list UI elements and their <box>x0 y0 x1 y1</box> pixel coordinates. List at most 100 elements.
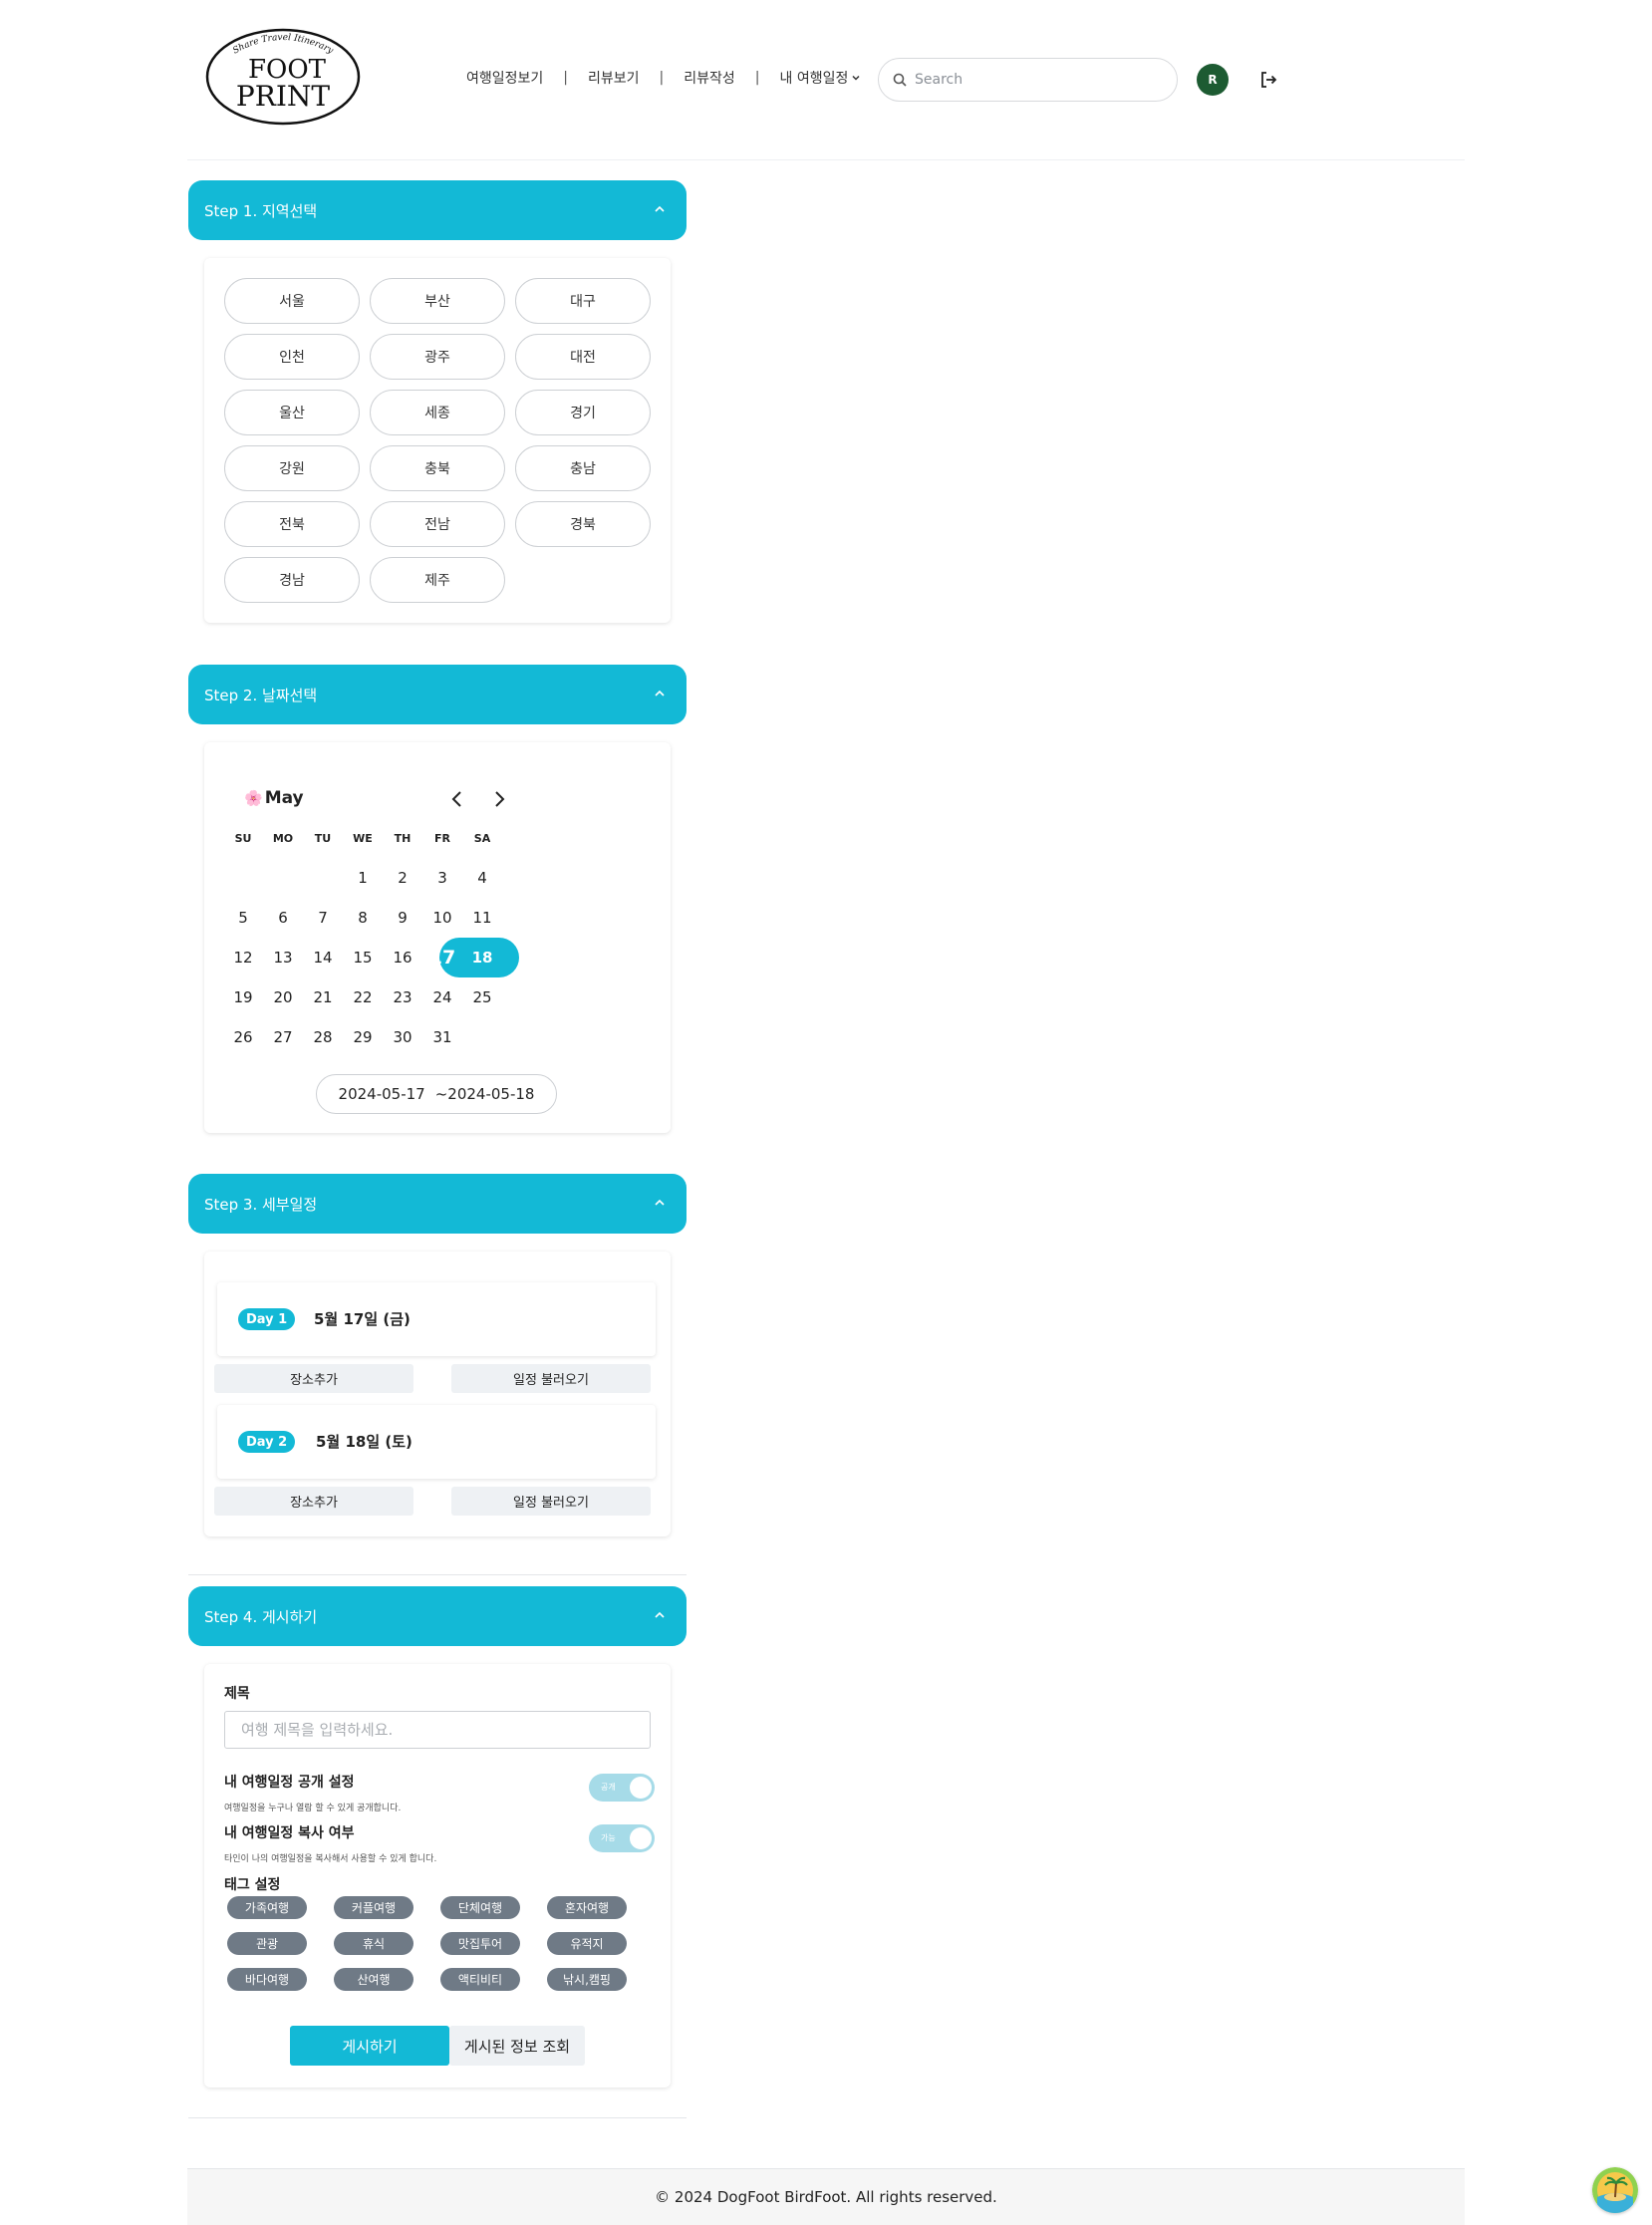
region-button[interactable]: 경남 <box>224 557 360 603</box>
calendar-day[interactable]: 5 <box>223 898 263 938</box>
calendar-day[interactable]: 8 <box>343 898 383 938</box>
load-schedule-button[interactable]: 일정 불러오기 <box>451 1487 651 1516</box>
user-avatar[interactable]: R <box>1197 64 1229 96</box>
tag-chip[interactable]: 가족여행 <box>227 1896 307 1919</box>
calendar-day[interactable]: 12 <box>223 938 263 977</box>
calendar-card: 🌸 May SU MO TU WE TH FR SA 1 2 3 4 5 6 7 8 9 10 11 12 13 14 1… <box>204 742 671 1133</box>
region-button[interactable]: 충남 <box>515 445 651 491</box>
calendar-day[interactable]: 30 <box>383 1017 422 1057</box>
region-button[interactable]: 서울 <box>224 278 360 324</box>
region-button[interactable]: 부산 <box>370 278 505 324</box>
step3-header[interactable]: Step 3. 세부일정 <box>188 1174 687 1234</box>
public-toggle[interactable]: 공개 <box>589 1774 655 1802</box>
calendar-day[interactable]: 10 <box>422 898 462 938</box>
tag-chip[interactable]: 휴식 <box>334 1932 413 1955</box>
chatbot-island-icon[interactable] <box>1592 2167 1638 2213</box>
calendar-day[interactable]: 26 <box>223 1017 263 1057</box>
title-label: 제목 <box>224 1686 250 1702</box>
nav-review-view[interactable]: 리뷰보기 <box>588 68 640 88</box>
region-button[interactable]: 전남 <box>370 501 505 547</box>
day-card[interactable]: Day 2 5월 18일 (토) <box>217 1405 656 1479</box>
step4-title: Step 4. 게시하기 <box>204 1607 318 1626</box>
tag-chip[interactable]: 관광 <box>227 1932 307 1955</box>
trip-title-input[interactable] <box>224 1711 651 1749</box>
calendar-day[interactable]: 24 <box>422 977 462 1017</box>
calendar-day[interactable]: 6 <box>263 898 303 938</box>
search-icon <box>893 73 907 87</box>
calendar-day[interactable]: 9 <box>383 898 422 938</box>
tag-chip[interactable]: 커플여행 <box>334 1896 413 1919</box>
load-schedule-button[interactable]: 일정 불러오기 <box>451 1364 651 1393</box>
calendar-day[interactable]: 3 <box>422 858 462 898</box>
step1-header[interactable]: Step 1. 지역선택 <box>188 180 687 240</box>
calendar-day[interactable]: 14 <box>303 938 343 977</box>
calendar-day[interactable]: 2 <box>383 858 422 898</box>
region-button[interactable]: 충북 <box>370 445 505 491</box>
add-place-button[interactable]: 장소추가 <box>214 1364 413 1393</box>
tag-chip[interactable]: 유적지 <box>547 1932 627 1955</box>
logout-icon[interactable] <box>1256 68 1280 92</box>
publish-button[interactable]: 게시하기 <box>290 2026 449 2066</box>
region-button[interactable]: 강원 <box>224 445 360 491</box>
calendar-day[interactable]: 16 <box>383 938 422 977</box>
view-posted-button[interactable]: 게시된 정보 조회 <box>449 2026 585 2066</box>
chevron-left-icon[interactable] <box>446 788 468 810</box>
tag-chip[interactable]: 낚시,캠핑 <box>547 1968 627 1991</box>
nav-review-write[interactable]: 리뷰작성 <box>684 68 735 88</box>
add-place-button[interactable]: 장소추가 <box>214 1487 413 1516</box>
copy-toggle[interactable]: 가능 <box>589 1824 655 1852</box>
calendar-day[interactable]: 11 <box>462 898 502 938</box>
footprint-logo[interactable]: Share Travel Itinerary FOOT PRINT <box>203 26 363 128</box>
region-button[interactable]: 대구 <box>515 278 651 324</box>
calendar-day[interactable]: 22 <box>343 977 383 1017</box>
region-button[interactable]: 제주 <box>370 557 505 603</box>
calendar-day[interactable]: 25 <box>462 977 502 1017</box>
chevron-up-icon <box>655 690 665 696</box>
site-footer: © 2024 DogFoot BirdFoot. All rights rese… <box>187 2168 1465 2225</box>
region-button[interactable]: 울산 <box>224 390 360 435</box>
calendar-day[interactable]: 18 <box>462 938 502 977</box>
step4-header[interactable]: Step 4. 게시하기 <box>188 1586 687 1646</box>
region-button[interactable]: 전북 <box>224 501 360 547</box>
step2-title: Step 2. 날짜선택 <box>204 686 318 704</box>
tag-chip[interactable]: 단체여행 <box>440 1896 520 1919</box>
chevron-right-icon[interactable] <box>488 788 510 810</box>
region-button[interactable]: 인천 <box>224 334 360 380</box>
calendar-day[interactable]: 29 <box>343 1017 383 1057</box>
calendar-day[interactable]: 19 <box>223 977 263 1017</box>
tag-chip[interactable]: 맛집투어 <box>440 1932 520 1955</box>
step2-header[interactable]: Step 2. 날짜선택 <box>188 665 687 724</box>
calendar-day[interactable]: 28 <box>303 1017 343 1057</box>
calendar-day[interactable]: 23 <box>383 977 422 1017</box>
region-button[interactable]: 대전 <box>515 334 651 380</box>
calendar-day[interactable]: 17 <box>422 938 462 977</box>
copy-setting-label: 내 여행일정 복사 여부 <box>224 1825 355 1841</box>
nav-my-schedule-dropdown[interactable]: 내 여행일정 <box>780 68 862 88</box>
day-badge: Day 1 <box>238 1308 296 1330</box>
nav-schedule-view[interactable]: 여행일정보기 <box>466 68 543 88</box>
search-input[interactable] <box>915 72 1154 88</box>
calendar-day[interactable]: 15 <box>343 938 383 977</box>
calendar-day[interactable]: 4 <box>462 858 502 898</box>
region-button[interactable]: 광주 <box>370 334 505 380</box>
region-button[interactable]: 경기 <box>515 390 651 435</box>
calendar-day[interactable]: 20 <box>263 977 303 1017</box>
calendar-day[interactable]: 27 <box>263 1017 303 1057</box>
calendar-day[interactable]: 31 <box>422 1017 462 1057</box>
calendar-day[interactable]: 1 <box>343 858 383 898</box>
calendar-day[interactable]: 7 <box>303 898 343 938</box>
tag-setting-label: 태그 설정 <box>224 1877 281 1893</box>
tag-chip[interactable]: 산여행 <box>334 1968 413 1991</box>
calendar-day[interactable]: 13 <box>263 938 303 977</box>
calendar-day[interactable]: 21 <box>303 977 343 1017</box>
step3-title: Step 3. 세부일정 <box>204 1195 318 1214</box>
weekday-label: SA <box>473 832 491 845</box>
tag-chip[interactable]: 바다여행 <box>227 1968 307 1991</box>
region-button[interactable]: 경북 <box>515 501 651 547</box>
tag-chip[interactable]: 혼자여행 <box>547 1896 627 1919</box>
search-box[interactable] <box>878 58 1178 102</box>
tag-chip[interactable]: 액티비티 <box>440 1968 520 1991</box>
svg-text:PRINT: PRINT <box>236 80 330 113</box>
region-button[interactable]: 세종 <box>370 390 505 435</box>
day-card[interactable]: Day 1 5월 17일 (금) <box>217 1282 656 1356</box>
